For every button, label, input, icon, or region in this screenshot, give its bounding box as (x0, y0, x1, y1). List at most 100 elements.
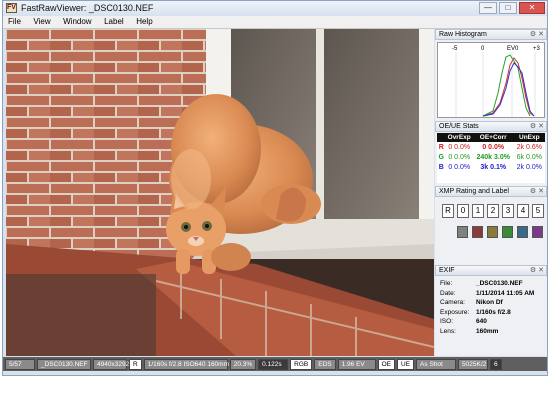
color-labels (457, 226, 545, 238)
exif-row-camera: Camera: Nikon Df (437, 298, 545, 308)
xmp-title: XMP Rating and Label (439, 188, 509, 195)
status-rgb-button[interactable]: RGB (290, 358, 313, 370)
stats-channel: B (438, 163, 444, 171)
rating-3-button[interactable]: 3 (502, 204, 514, 218)
exif-header: EXIF ⚙ ✕ (435, 265, 547, 276)
stats-channel: R (438, 143, 444, 151)
label-yellow-button[interactable] (487, 226, 498, 238)
hist-tick-plus3: +3 (533, 46, 541, 52)
menu-view[interactable]: View (28, 16, 55, 28)
exif-panel-buttons[interactable]: ⚙ ✕ (530, 266, 544, 275)
exif-key: Exposure: (440, 308, 470, 316)
stats-header: OE/UE Stats ⚙ ✕ (435, 121, 547, 132)
rating-4-button[interactable]: 4 (517, 204, 529, 218)
exif-panel: File: _DSC0130.NEF Date: 1/11/2014 11:05 A… (437, 279, 545, 336)
rating-1-button[interactable]: 1 (472, 204, 484, 218)
xmp-panel: R 0 1 2 3 4 5 (437, 199, 545, 238)
stats-row-g: G 0 0.0% 240k 3.0% 6k 0.0% (437, 152, 545, 162)
exif-value: 160mm (476, 327, 499, 335)
exif-row-file: File: _DSC0130.NEF (437, 279, 545, 289)
label-red-button[interactable] (472, 226, 483, 238)
stats-col-channel (437, 133, 446, 142)
hist-tick-0: 0 (481, 46, 485, 52)
status-dimensions: 4940x3292 (93, 358, 129, 370)
rating-5-button[interactable]: 5 (532, 204, 544, 218)
exif-title: EXIF (439, 267, 455, 274)
stats-col-ovrexp: OvrExp (445, 133, 473, 142)
label-blue-button[interactable] (517, 226, 528, 238)
menu-window[interactable]: Window (58, 16, 96, 28)
status-render-time: 0.122s (258, 358, 289, 370)
rating-buttons: R 0 1 2 3 4 5 (442, 204, 545, 218)
stats-cell: 0 0.0% (448, 143, 471, 151)
window-controls: — □ ✕ (479, 2, 545, 14)
menu-file[interactable]: File (3, 16, 26, 28)
menu-help[interactable]: Help (131, 16, 157, 28)
stats-title: OE/UE Stats (439, 123, 479, 130)
exif-key: Camera: (440, 299, 465, 306)
stats-cell: 240k 3.0% (476, 153, 510, 161)
exif-row-exposure: Exposure: 1/160s f/2.8 (437, 308, 545, 318)
stats-cell: 0 0.0% (448, 163, 471, 171)
status-oe-button[interactable]: OE (377, 358, 396, 370)
rating-reject-button[interactable]: R (442, 204, 454, 218)
stats-row-r: R 0 0.0% 0 0.0% 2k 0.6% (437, 142, 545, 152)
status-zoom[interactable]: 20.3% (229, 358, 257, 370)
exif-key: File: (440, 280, 453, 287)
app-icon: FV (6, 3, 17, 13)
stats-row-b: B 0 0.0% 3k 0.1% 2k 0.0% (437, 162, 545, 172)
histogram-header: Raw Histogram ⚙ ✕ (435, 29, 547, 40)
histogram-title: Raw Histogram (439, 31, 487, 38)
raw-histogram: -5 0 EV0 +3 (437, 42, 545, 118)
stats-table: OvrExp OE+Corr UnExp R 0 0.0% 0 0.0% 2k … (437, 133, 545, 172)
stats-cell: 0 0.0% (448, 153, 471, 161)
status-bar: 5/57 _DSC0130.NEF 4940x3292 R 1/160s f/2… (3, 357, 547, 371)
label-green-button[interactable] (502, 226, 513, 238)
xmp-header: XMP Rating and Label ⚙ ✕ (435, 186, 547, 197)
exif-value: 640 (476, 318, 487, 325)
right-panel: Raw Histogram ⚙ ✕ -5 0 EV0 +3 OE/UE Stat… (435, 29, 547, 356)
status-exposure-info: 1/160s f/2.8 ISO640 160mm (143, 358, 229, 370)
stats-cell: 3k 0.1% (480, 163, 507, 171)
maximize-button[interactable]: □ (499, 2, 517, 14)
status-raw-mode-button[interactable]: R (129, 358, 142, 370)
exif-row-date: Date: 1/11/2014 11:05 AM (437, 289, 545, 299)
rating-0-button[interactable]: 0 (457, 204, 469, 218)
label-gray-button[interactable] (457, 226, 468, 238)
photo-cat-on-brick-ledge (6, 29, 434, 356)
exif-key: Lens: (440, 327, 456, 335)
rating-2-button[interactable]: 2 (487, 204, 499, 218)
stats-channel: G (438, 153, 444, 161)
stats-cell: 2k 0.6% (516, 143, 542, 151)
image-viewer[interactable] (6, 29, 434, 356)
close-button[interactable]: ✕ (519, 2, 545, 14)
histogram-chart: -5 0 EV0 +3 (452, 46, 541, 117)
exif-value: 1/160s f/2.8 (476, 308, 511, 316)
xmp-panel-buttons[interactable]: ⚙ ✕ (530, 187, 544, 196)
app-window: FV FastRawViewer: _DSC0130.NEF — □ ✕ Fil… (2, 0, 548, 376)
minimize-button[interactable]: — (479, 2, 497, 14)
stats-cell: 6k 0.0% (516, 153, 542, 161)
stats-col-unexp: UnExp (513, 133, 545, 142)
status-eds-button[interactable]: EDS (314, 358, 336, 370)
exif-value: 1/11/2014 11:05 AM (476, 289, 535, 297)
stats-panel-buttons[interactable]: ⚙ ✕ (530, 122, 544, 131)
status-ue-button[interactable]: UE (397, 358, 415, 370)
label-purple-button[interactable] (532, 226, 543, 238)
status-file-index[interactable]: 5/57 (5, 358, 35, 370)
status-extra: 6 (490, 358, 502, 370)
exif-value: _DSC0130.NEF (476, 280, 523, 287)
status-exposure-correction[interactable]: 1.96 EV (337, 358, 376, 370)
status-white-balance-select[interactable]: As Shot (416, 358, 457, 370)
histogram-panel-buttons[interactable]: ⚙ ✕ (530, 30, 544, 39)
hist-tick-ev0: EV0 (507, 46, 519, 52)
exif-value: Nikon Df (476, 299, 503, 306)
window-title: FastRawViewer: _DSC0130.NEF (21, 3, 154, 13)
menu-bar: File View Window Label Help (3, 16, 547, 29)
menu-label[interactable]: Label (99, 16, 129, 28)
status-color-temperature[interactable]: 5025K/2 (458, 358, 489, 370)
stats-cell: 0 0.0% (482, 143, 505, 151)
exif-row-lens: Lens: 160mm (437, 327, 545, 337)
status-filename: _DSC0130.NEF (37, 358, 91, 370)
exif-key: Date: (440, 289, 456, 297)
